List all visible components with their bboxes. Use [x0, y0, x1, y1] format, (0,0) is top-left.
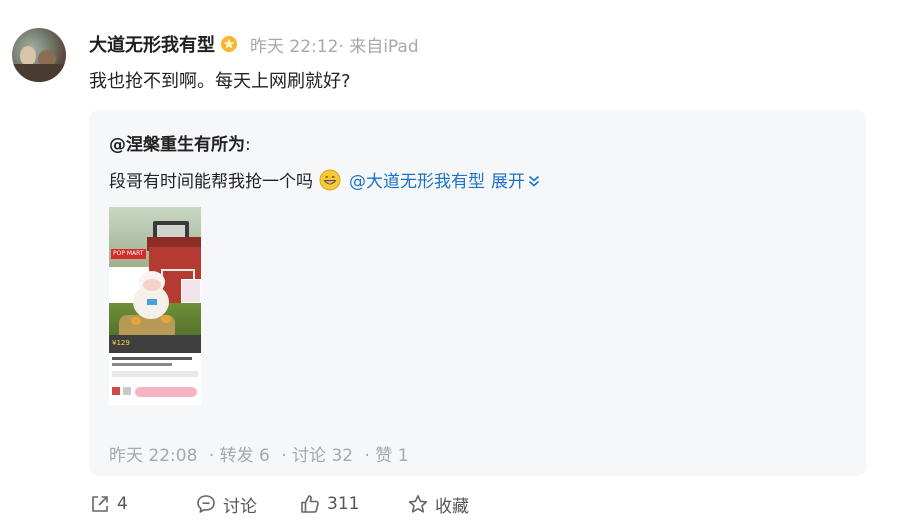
avatar[interactable]: [12, 28, 66, 82]
original-time: 昨天 22:08: [109, 446, 198, 466]
expand-label: 展开: [491, 172, 525, 192]
post-header: 大道无形我有型 昨天 22:12· 来自iPad: [89, 31, 419, 57]
comment-label: 讨论: [223, 496, 257, 517]
original-likes[interactable]: · 赞 1: [365, 446, 409, 466]
original-meta: 昨天 22:08 · 转发 6 · 讨论 32 · 赞 1: [109, 441, 415, 466]
original-comments[interactable]: · 讨论 32: [281, 446, 353, 466]
action-bar: 4 讨论 311 收藏: [89, 490, 469, 518]
like-button[interactable]: 311: [299, 493, 407, 515]
post-text: 我也抢不到啊。每天上网刷就好?: [89, 71, 351, 92]
comment-button[interactable]: 讨论: [195, 492, 299, 517]
favorite-button[interactable]: 收藏: [407, 492, 469, 517]
original-reposts[interactable]: · 转发 6: [209, 446, 270, 466]
original-text-body: 段哥有时间能帮我抢一个吗: [109, 172, 313, 192]
original-text: 段哥有时间能帮我抢一个吗 @大道无形我有型 展开: [109, 167, 540, 192]
post-meta: 昨天 22:12· 来自iPad: [250, 36, 419, 57]
repost-count: 4: [117, 494, 128, 514]
reposted-card[interactable]: @涅槃重生有所为: 段哥有时间能帮我抢一个吗 @大道无形我有型 展开 POP M…: [89, 110, 866, 476]
original-author-handle[interactable]: @涅槃重生有所为: [109, 135, 245, 155]
favorite-label: 收藏: [435, 496, 469, 517]
thumbnail-price: ¥129: [112, 339, 130, 347]
repost-button[interactable]: 4: [89, 493, 195, 515]
share-icon: [92, 496, 108, 512]
chevron-down-icon: [528, 173, 540, 187]
vip-badge-icon: [220, 35, 238, 53]
username[interactable]: 大道无形我有型: [89, 31, 215, 57]
mention-link[interactable]: @大道无形我有型: [349, 167, 485, 192]
post-image-thumbnail[interactable]: POP MART ¥129: [109, 207, 201, 405]
original-author-colon: :: [245, 135, 251, 155]
star-icon: [408, 495, 428, 513]
expand-link[interactable]: 展开: [491, 167, 540, 192]
weibo-post: 大道无形我有型 昨天 22:12· 来自iPad 我也抢不到啊。每天上网刷就好?…: [0, 0, 908, 532]
like-count: 311: [327, 494, 360, 514]
original-author-line: @涅槃重生有所为:: [109, 130, 251, 155]
grin-emoji-icon: [319, 169, 341, 191]
comment-icon: [197, 495, 215, 513]
thumbnail-brand-tag: POP MART: [111, 249, 146, 259]
thumbs-up-icon: [301, 495, 319, 513]
